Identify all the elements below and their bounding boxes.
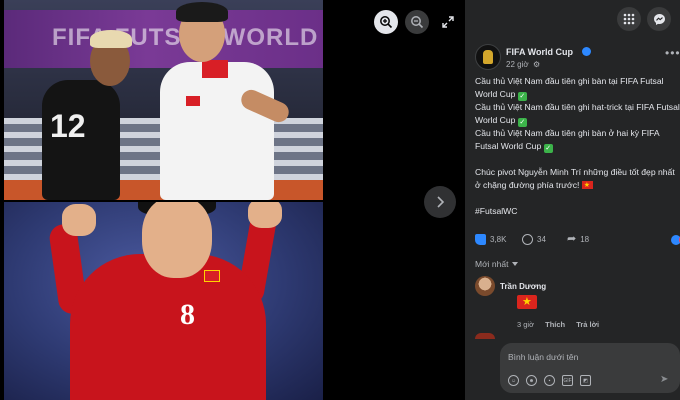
photo-bottom: 8 [4, 202, 323, 400]
avatar-sticker-icon[interactable]: ☺ [508, 375, 519, 386]
likes-count[interactable]: 3,8K [475, 234, 506, 245]
next-photo-button[interactable] [424, 186, 456, 218]
jersey-flag [186, 96, 200, 106]
comment-icon [522, 234, 533, 245]
opponent-hair [90, 30, 132, 48]
gif-icon[interactable]: GIF [562, 375, 573, 386]
chevron-right-icon [437, 196, 445, 208]
post-line: Cầu thủ Việt Nam đầu tiên ghi bàn tại FI… [475, 76, 664, 101]
share-icon: ➦ [567, 233, 577, 245]
comment-time[interactable]: 3 giờ [517, 320, 534, 329]
fullscreen-button[interactable] [436, 10, 460, 34]
expand-icon [442, 16, 454, 28]
hashtag-link[interactable]: #FutsalWC [475, 206, 518, 216]
composer-tools: ☺ ☻ ▪ GIF ◩ [508, 375, 591, 386]
post-panel: FIFA World Cup 22 giờ ⚙ ••• Cầu thủ Việt… [465, 0, 680, 400]
vietnam-flag-icon [517, 295, 537, 309]
post-timestamp[interactable]: 22 giờ [506, 60, 529, 69]
commenter-avatar[interactable] [475, 276, 495, 296]
zoom-out-button[interactable] [405, 10, 429, 34]
post-text: Cầu thủ Việt Nam đầu tiên ghi bàn tại FI… [475, 75, 680, 218]
grid-menu-icon [623, 13, 635, 25]
verified-badge-icon [582, 47, 591, 56]
reply-button[interactable]: Trả lời [576, 320, 599, 329]
top-bar [465, 0, 680, 38]
comment-sort-dropdown[interactable]: Mới nhất [475, 259, 519, 269]
sticker-icon[interactable]: ◩ [580, 375, 591, 386]
shares-count[interactable]: ➦ 18 [567, 234, 589, 245]
zoom-in-button[interactable] [374, 10, 398, 34]
page-avatar[interactable] [475, 44, 501, 70]
caret-down-icon [512, 262, 519, 266]
comment-composer: ☺ ☻ ▪ GIF ◩ ➤ [500, 343, 680, 393]
post-line: Cầu thủ Việt Nam đầu tiên ghi hat-trick … [475, 102, 680, 127]
photo-viewer: FIFA FUTSAL WORLD 12 8 [0, 0, 465, 400]
comment-input[interactable] [508, 349, 668, 365]
camera-icon[interactable]: ▪ [544, 375, 555, 386]
more-options-button[interactable]: ••• [665, 46, 680, 60]
vietnam-flag-icon [581, 179, 593, 192]
jersey-collar [202, 60, 228, 78]
post-line: Cầu thủ Việt Nam đầu tiên ghi bàn ở hai … [475, 128, 660, 153]
check-emoji-icon: ✓ [517, 118, 527, 127]
jersey-number: 8 [180, 298, 195, 331]
like-icon [475, 234, 486, 245]
comments-count[interactable]: 34 [522, 234, 546, 245]
trophy-icon [483, 50, 493, 64]
comment-item: Trần Dương 3 giờ Thích Trả lời [475, 276, 680, 336]
check-emoji-icon: ✓ [517, 92, 527, 101]
check-emoji-icon: ✓ [543, 144, 553, 153]
photo-top: FIFA FUTSAL WORLD 12 [4, 0, 323, 200]
comment-actions: 3 giờ Thích Trả lời [517, 320, 608, 329]
messenger-icon [653, 13, 665, 25]
player-hair [176, 2, 228, 22]
messenger-button[interactable] [647, 7, 671, 31]
player-head [142, 202, 212, 278]
thumbs-up-left [62, 204, 96, 236]
thumbs-up-right [248, 202, 282, 228]
reaction-icons[interactable] [671, 235, 680, 245]
opponent-jersey-number: 12 [50, 108, 86, 144]
zoom-out-icon [411, 16, 424, 29]
page-name[interactable]: FIFA World Cup [506, 47, 573, 57]
like-comment-button[interactable]: Thích [545, 320, 565, 329]
engagement-stats: 3,8K 34 ➦ 18 [475, 234, 680, 250]
commenter-name[interactable]: Trần Dương [500, 282, 546, 291]
emoji-icon[interactable]: ☻ [526, 375, 537, 386]
send-icon[interactable]: ➤ [660, 374, 668, 385]
zoom-in-icon [380, 16, 393, 29]
jersey-flag [204, 270, 220, 282]
privacy-icon: ⚙ [533, 60, 541, 69]
menu-button[interactable] [617, 7, 641, 31]
post-header: FIFA World Cup 22 giờ ⚙ ••• [475, 44, 680, 74]
next-commenter-avatar[interactable] [475, 333, 495, 339]
vietnam-player-white [160, 62, 274, 200]
post-wish: Chúc pivot Nguyễn Minh Trí những điều tố… [475, 166, 680, 192]
